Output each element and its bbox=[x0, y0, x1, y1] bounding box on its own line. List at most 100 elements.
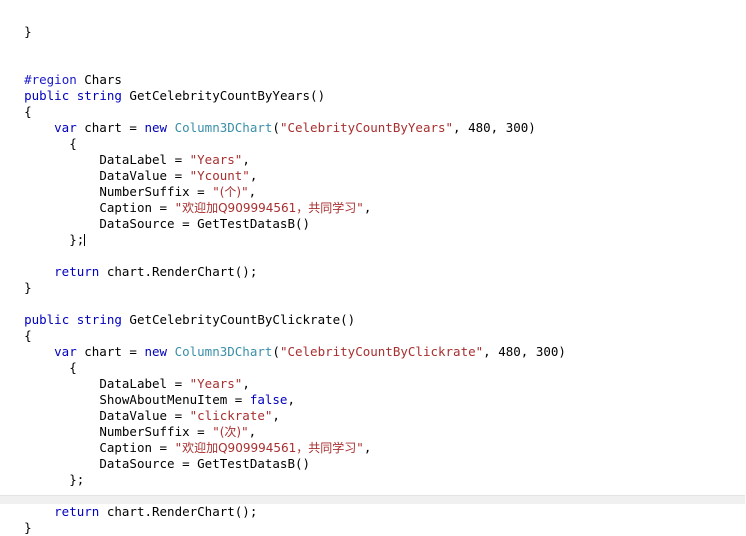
code-token-plain: , bbox=[248, 424, 257, 439]
code-token-plain: DataLabel = bbox=[99, 152, 190, 167]
code-line[interactable]: public string GetCelebrityCountByYears() bbox=[0, 88, 746, 104]
code-line[interactable]: NumberSuffix = "(个)", bbox=[0, 184, 746, 200]
code-token-string: " bbox=[241, 184, 249, 199]
code-line[interactable]: DataLabel = "Years", bbox=[0, 376, 746, 392]
code-token-plain: ( bbox=[272, 120, 280, 135]
code-line[interactable]: } bbox=[0, 280, 746, 296]
code-token-cjk: 欢迎加Q909994561，共同学习 bbox=[182, 201, 357, 215]
code-line[interactable]: DataValue = "clickrate", bbox=[0, 408, 746, 424]
code-line[interactable]: { bbox=[0, 104, 746, 120]
code-token-plain: DataSource = GetTestDatasB() bbox=[99, 456, 311, 471]
code-line[interactable]: DataSource = GetTestDatasB() bbox=[0, 456, 746, 472]
code-token-string: " bbox=[356, 440, 364, 455]
code-token-cjk: 欢迎加Q909994561，共同学习 bbox=[182, 441, 357, 455]
code-line[interactable]: } bbox=[0, 24, 746, 40]
code-line[interactable]: return chart.RenderChart(); bbox=[0, 504, 746, 520]
code-token-string: " bbox=[212, 424, 220, 439]
code-text-area[interactable]: } #region Chars public string GetCelebri… bbox=[0, 8, 746, 536]
code-token-plain: ( bbox=[272, 344, 280, 359]
code-line[interactable]: return chart.RenderChart(); bbox=[0, 264, 746, 280]
code-line[interactable]: DataSource = GetTestDatasB() bbox=[0, 216, 746, 232]
code-line[interactable] bbox=[0, 56, 746, 72]
code-token-plain: { bbox=[69, 136, 77, 151]
code-token-string: " bbox=[212, 184, 220, 199]
editor-bottom-strip bbox=[0, 495, 746, 504]
code-token-plain: GetCelebrityCountByYears() bbox=[121, 88, 326, 103]
code-editor-surface[interactable]: } #region Chars public string GetCelebri… bbox=[0, 0, 746, 535]
code-line[interactable]: } bbox=[0, 520, 746, 536]
code-token-plain: , bbox=[242, 376, 250, 391]
code-token-type: Column3DChart bbox=[174, 120, 273, 135]
code-token-string: "Ycount" bbox=[189, 168, 250, 183]
code-token-keyword: public bbox=[24, 88, 70, 103]
code-token-string: "CelebrityCountByClickrate" bbox=[279, 344, 484, 359]
code-token-plain: chart = bbox=[76, 344, 145, 359]
code-token-string: "Years" bbox=[189, 152, 243, 167]
code-token-plain: GetCelebrityCountByClickrate() bbox=[121, 312, 356, 327]
code-line[interactable]: DataValue = "Ycount", bbox=[0, 168, 746, 184]
code-token-plain: { bbox=[69, 360, 77, 375]
code-line[interactable]: Caption = "欢迎加Q909994561，共同学习", bbox=[0, 200, 746, 216]
code-token-plain: Chars bbox=[76, 72, 122, 87]
code-token-preproc: #region bbox=[24, 72, 77, 87]
text-caret bbox=[84, 234, 86, 246]
code-line[interactable]: { bbox=[0, 136, 746, 152]
code-line[interactable]: var chart = new Column3DChart("Celebrity… bbox=[0, 120, 746, 136]
code-line[interactable]: { bbox=[0, 360, 746, 376]
code-token-keyword: string bbox=[76, 312, 122, 327]
code-token-plain: }; bbox=[69, 472, 85, 487]
code-line[interactable]: DataLabel = "Years", bbox=[0, 152, 746, 168]
code-token-keyword: public bbox=[24, 312, 70, 327]
code-token-string: "CelebrityCountByYears" bbox=[279, 120, 454, 135]
code-line[interactable] bbox=[0, 40, 746, 56]
code-line[interactable]: ShowAboutMenuItem = false, bbox=[0, 392, 746, 408]
code-token-type: Column3DChart bbox=[174, 344, 273, 359]
code-token-plain: DataValue = bbox=[99, 408, 190, 423]
code-token-plain: , bbox=[249, 168, 258, 183]
code-token-plain: NumberSuffix = bbox=[99, 184, 213, 199]
code-token-string: " bbox=[174, 440, 183, 455]
code-token-plain: }; bbox=[69, 232, 85, 247]
code-line[interactable]: public string GetCelebrityCountByClickra… bbox=[0, 312, 746, 328]
code-token-plain: DataValue = bbox=[99, 168, 190, 183]
code-line[interactable]: var chart = new Column3DChart("Celebrity… bbox=[0, 344, 746, 360]
code-token-keyword: var bbox=[54, 344, 77, 359]
code-token-plain: { bbox=[24, 104, 32, 119]
code-token-cjk: (次) bbox=[219, 425, 242, 439]
code-token-plain: DataSource = GetTestDatasB() bbox=[99, 216, 311, 231]
code-token-keyword: return bbox=[54, 504, 100, 519]
code-token-plain: , bbox=[248, 184, 257, 199]
code-line[interactable]: }; bbox=[0, 472, 746, 488]
code-token-plain: chart = bbox=[76, 120, 145, 135]
code-token-keyword: string bbox=[76, 88, 122, 103]
code-token-plain: , 480, 300) bbox=[453, 120, 536, 135]
code-line[interactable] bbox=[0, 248, 746, 264]
code-token-plain: , bbox=[287, 392, 295, 407]
code-token-string: "clickrate" bbox=[189, 408, 273, 423]
code-line[interactable] bbox=[0, 296, 746, 312]
code-line[interactable]: }; bbox=[0, 232, 746, 248]
code-token-plain: , bbox=[363, 200, 372, 215]
code-line[interactable]: #region Chars bbox=[0, 72, 746, 88]
code-line[interactable] bbox=[0, 8, 746, 24]
code-token-plain: NumberSuffix = bbox=[99, 424, 213, 439]
code-token-string: " bbox=[356, 200, 364, 215]
code-line[interactable]: { bbox=[0, 328, 746, 344]
code-line[interactable]: Caption = "欢迎加Q909994561，共同学习", bbox=[0, 440, 746, 456]
code-line[interactable]: NumberSuffix = "(次)", bbox=[0, 424, 746, 440]
code-token-string: " bbox=[241, 424, 249, 439]
